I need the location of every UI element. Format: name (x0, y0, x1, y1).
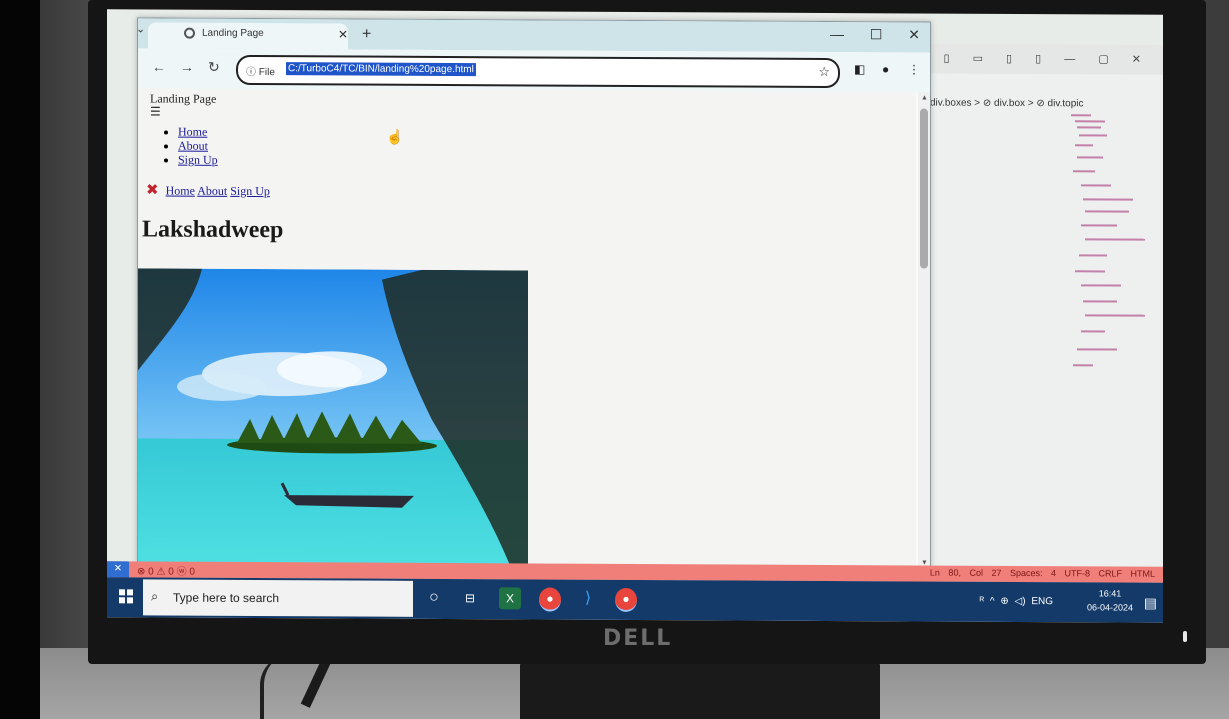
start-tile (127, 597, 133, 604)
minimap-line (1079, 134, 1107, 136)
minimap-line (1081, 284, 1121, 287)
monitor-stand (520, 660, 880, 719)
menu-item: Sign Up (178, 153, 218, 167)
side-nav: ✖ Home About Sign Up (146, 180, 270, 199)
menu-link-home[interactable]: Home (178, 125, 207, 139)
clock[interactable]: 16:41 06-04-2024 (1087, 586, 1133, 614)
monitor-brand: DELL (603, 626, 673, 651)
menu-item: About (178, 139, 218, 153)
problems-status[interactable]: ⊗ 0 ⚠ 0 ⓦ 0 (137, 562, 195, 577)
back-button[interactable]: ← (152, 58, 166, 74)
tab-strip: ⌄ Landing Page ✕ + — ☐ ✕ (136, 18, 930, 53)
close-icon[interactable]: ✖ (146, 180, 159, 198)
page-heading: Lakshadweep (142, 216, 284, 244)
scroll-thumb[interactable] (920, 108, 928, 269)
url-text[interactable]: C:/TurboC4/TC/BIN/landing%20page.html (286, 62, 476, 77)
menu-list: Home About Sign Up (164, 125, 218, 167)
clock-date: 06-04-2024 (1086, 602, 1133, 613)
close-tab-icon[interactable]: ✕ (338, 27, 348, 41)
minimap-line (1075, 144, 1093, 146)
search-icon: ⌕ (151, 588, 159, 604)
minimap-line (1075, 270, 1105, 272)
vscode-breadcrumb[interactable]: div.boxes > ⊘ div.box > ⊘ div.topic (930, 98, 1084, 110)
cortana-icon[interactable]: ○ (423, 587, 445, 609)
minimap-line (1083, 300, 1117, 303)
minimap-line (1077, 348, 1117, 351)
tab-search-icon[interactable]: ⌄ (136, 22, 145, 35)
start-tile (119, 597, 125, 604)
tab-landing-page[interactable]: Landing Page ✕ (148, 22, 348, 50)
scroll-up-icon[interactable]: ▲ (921, 94, 928, 101)
menu-link-signup[interactable]: Sign Up (178, 153, 218, 167)
minimap-line (1077, 126, 1101, 128)
excel-icon[interactable]: X (499, 587, 521, 610)
minimap-line (1081, 224, 1117, 227)
beach-image (138, 268, 528, 569)
nav-link-signup[interactable]: Sign Up (230, 184, 270, 198)
menu-dots-icon[interactable]: ⋮ (908, 62, 920, 76)
vscode-minimap[interactable] (1067, 114, 1157, 374)
minimap-line (1075, 120, 1105, 122)
task-view-icon[interactable]: ⊟ (459, 587, 481, 609)
address-bar[interactable]: ⓘ File C:/TurboC4/TC/BIN/landing%20page.… (236, 54, 840, 89)
new-tab-button[interactable]: + (362, 26, 371, 44)
vertical-scrollbar[interactable]: ▲ ▼ (918, 92, 930, 569)
menu-link-about[interactable]: About (178, 139, 208, 153)
remote-icon[interactable]: ✕ (107, 561, 129, 578)
search-placeholder: Type here to search (173, 590, 280, 606)
cable (260, 655, 304, 719)
system-tray[interactable]: ᴿ ^ ⊕ ◁) ENG (980, 596, 1053, 607)
minimap-line (1071, 114, 1091, 116)
minimap-line (1079, 254, 1107, 256)
nav-link-home[interactable]: Home (166, 184, 195, 198)
minimap-line (1085, 314, 1145, 317)
power-led (1183, 631, 1187, 642)
vscode-window-controls[interactable]: ▯ ▭ ▯ ▯ — ▢ ✕ (944, 52, 1152, 66)
start-tile (119, 589, 125, 596)
notification-icon[interactable]: ▤ (1144, 595, 1157, 612)
tab-title: Landing Page (202, 27, 264, 40)
chrome-icon-active[interactable]: ● (615, 587, 637, 613)
minimap-line (1085, 210, 1129, 213)
menu-item: Home (178, 125, 218, 139)
minimap-line (1085, 238, 1145, 241)
vscode-titlebar: ▯ ▭ ▯ ▯ — ▢ ✕ (927, 43, 1163, 75)
browser-window: ⌄ Landing Page ✕ + — ☐ ✕ ← → ↻ ⓘ File C:… (136, 17, 931, 570)
photo: DELL ▯ ▭ ▯ ▯ — ▢ ✕ div.boxes > ⊘ div.box… (0, 0, 1229, 719)
editor-status[interactable]: Ln 80, Col 27 Spaces: 4 UTF-8 CRLF HTML (930, 568, 1155, 579)
page-content: Landing Page ☰ Home About Sign Up ☝ ✖ Ho… (138, 88, 916, 569)
toolbar: ← → ↻ ⓘ File C:/TurboC4/TC/BIN/landing%2… (138, 48, 930, 93)
windows-start-icon[interactable] (119, 589, 133, 604)
minimap-line (1077, 156, 1103, 158)
dark-edge (0, 0, 40, 719)
screen: ▯ ▭ ▯ ▯ — ▢ ✕ div.boxes > ⊘ div.box > ⊘ … (107, 9, 1163, 623)
profile-icon[interactable]: ● (882, 62, 889, 76)
clock-time: 16:41 (1098, 588, 1122, 599)
site-info[interactable]: ⓘ File (246, 63, 275, 78)
minimap-line (1073, 170, 1095, 172)
chrome-icon[interactable]: ● (539, 587, 561, 612)
window-controls[interactable]: — ☐ ✕ (830, 26, 920, 43)
taskbar-search[interactable]: ⌕ Type here to search (143, 579, 413, 617)
taskbar: ⌕ Type here to search ○ ⊟ X ● ⟩ ● ᴿ ^ ⊕ … (107, 577, 1163, 623)
hamburger-icon[interactable]: ☰ (150, 104, 161, 119)
forward-button[interactable]: → (180, 59, 194, 75)
minimap-line (1081, 330, 1105, 332)
globe-icon (184, 27, 195, 39)
side-panel-icon[interactable]: ◧ (854, 62, 865, 76)
mouse-cursor: ☝ (386, 130, 404, 146)
start-tile (127, 589, 133, 596)
nav-link-about[interactable]: About (197, 184, 227, 198)
bookmark-star-icon[interactable]: ☆ (818, 64, 830, 80)
minimap-line (1073, 364, 1093, 366)
minimap-line (1081, 184, 1111, 186)
reload-button[interactable]: ↻ (208, 59, 220, 76)
minimap-line (1083, 198, 1133, 201)
vscode-icon[interactable]: ⟩ (577, 588, 599, 610)
